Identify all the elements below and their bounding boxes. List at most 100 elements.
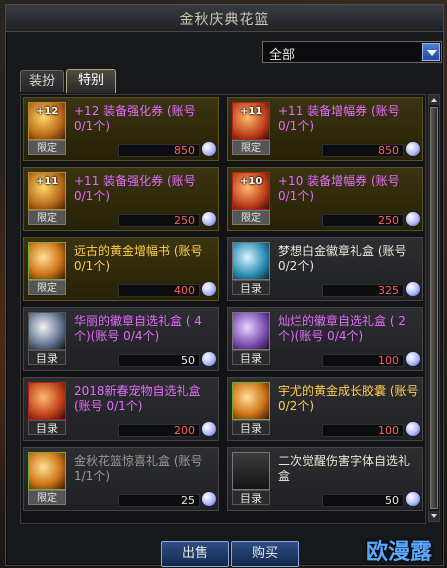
growth-capsule-icon xyxy=(232,382,270,420)
item-card[interactable]: +12 限定 +12 装备强化券 (账号 0/1个) 850 xyxy=(23,97,219,161)
price-bar: 400 xyxy=(118,284,200,297)
item-price: 850 xyxy=(174,144,195,157)
coin-icon xyxy=(202,422,216,436)
chevron-down-icon[interactable] xyxy=(422,43,440,61)
coin-icon xyxy=(202,492,216,506)
limited-tag: 限定 xyxy=(232,140,270,155)
catalog-tag: 目录 xyxy=(28,420,66,435)
item-name: +11 装备增幅券 (账号 0/1个) xyxy=(278,104,400,133)
category-dropdown[interactable]: 全部 xyxy=(262,41,442,63)
price-bar: 850 xyxy=(118,144,200,157)
item-name: 华丽的徽章自选礼盒 ( 4个)(账号 0/4个) xyxy=(74,314,202,343)
pet-box-icon xyxy=(28,382,66,420)
coin-icon xyxy=(202,142,216,156)
font-box-icon xyxy=(232,452,270,490)
item-name: 宇尤的黄金成长胶囊 (账号 0/2个) xyxy=(278,384,419,413)
price-bar: 25 xyxy=(118,494,200,507)
item-price: 200 xyxy=(174,424,195,437)
catalog-tag: 目录 xyxy=(28,350,66,365)
item-badge: +11 xyxy=(240,106,263,117)
limited-tag: 限定 xyxy=(28,490,66,505)
item-price: 100 xyxy=(378,424,399,437)
item-card[interactable]: +11 限定 +11 装备强化券 (账号 0/1个) 250 xyxy=(23,167,219,231)
item-card[interactable]: +10 限定 +10 装备增幅券 (账号 0/1个) 250 xyxy=(227,167,423,231)
coin-icon xyxy=(406,142,420,156)
price-bar: 250 xyxy=(322,214,404,227)
coin-icon xyxy=(406,492,420,506)
item-price: 50 xyxy=(385,494,399,507)
amplify-ticket-icon: +11 xyxy=(232,102,270,140)
item-name: 金秋花篮惊喜礼盒 (账号 1/1个) xyxy=(74,454,203,483)
item-card[interactable]: 目录 宇尤的黄金成长胶囊 (账号 0/2个) 100 xyxy=(227,377,423,441)
item-card[interactable]: 限定 远古的黄金增幅书 (账号 0/1个) 400 xyxy=(23,237,219,301)
item-list: +12 限定 +12 装备强化券 (账号 0/1个) 850 +11 限定 +1… xyxy=(20,94,426,524)
catalog-tag: 目录 xyxy=(232,280,270,295)
watermark-logo: 欧漫露 xyxy=(366,540,433,565)
item-name: 梦想白金徽章礼盒 (账号 0/2个) xyxy=(278,244,407,273)
enhance-ticket-icon: +12 xyxy=(28,102,66,140)
enhance-ticket-icon: +11 xyxy=(28,172,66,210)
coin-icon xyxy=(406,212,420,226)
limited-tag: 限定 xyxy=(28,210,66,225)
platinum-emblem-box-icon xyxy=(232,242,270,280)
amplify-ticket-icon: +10 xyxy=(232,172,270,210)
coin-icon xyxy=(406,422,420,436)
shop-window: 金秋庆典花篮 全部 装扮 特别 +12 限定 +12 装备强化券 (账号 0/1… xyxy=(5,4,444,567)
price-bar: 250 xyxy=(118,214,200,227)
category-dropdown-value: 全部 xyxy=(269,48,296,63)
coin-icon xyxy=(202,212,216,226)
scroll-thumb[interactable] xyxy=(430,107,438,509)
item-card[interactable]: 目录 梦想白金徽章礼盒 (账号 0/2个) 325 xyxy=(227,237,423,301)
item-name: 二次觉醒伤害字体自选礼盒 xyxy=(278,454,411,483)
item-price: 850 xyxy=(378,144,399,157)
coin-icon xyxy=(202,282,216,296)
item-price: 250 xyxy=(378,214,399,227)
sell-button[interactable]: 出售 xyxy=(161,541,229,567)
price-bar: 850 xyxy=(322,144,404,157)
item-price: 25 xyxy=(181,494,195,507)
item-badge: +12 xyxy=(36,106,59,117)
limited-tag: 限定 xyxy=(28,280,66,295)
price-bar: 50 xyxy=(118,354,200,367)
emblem-box-icon xyxy=(28,312,66,350)
gold-book-icon xyxy=(28,242,66,280)
item-card[interactable]: +11 限定 +11 装备增幅券 (账号 0/1个) 850 xyxy=(227,97,423,161)
limited-tag: 限定 xyxy=(232,210,270,225)
price-bar: 200 xyxy=(118,424,200,437)
window-title: 金秋庆典花篮 xyxy=(179,12,270,28)
item-name: +11 装备强化券 (账号 0/1个) xyxy=(74,174,196,203)
item-card[interactable]: 目录 华丽的徽章自选礼盒 ( 4个)(账号 0/4个) 50 xyxy=(23,307,219,371)
coin-icon xyxy=(406,352,420,366)
item-price: 325 xyxy=(378,284,399,297)
price-bar: 325 xyxy=(322,284,404,297)
item-card[interactable]: 目录 灿烂的徽章自选礼盒 ( 2个)(账号 0/4个) 100 xyxy=(227,307,423,371)
item-card[interactable]: 目录 2018新春宠物自选礼盒 (账号 0/1个) 200 xyxy=(23,377,219,441)
buy-button[interactable]: 购买 xyxy=(231,541,299,567)
tab-special[interactable]: 特别 xyxy=(66,69,116,93)
item-price: 250 xyxy=(174,214,195,227)
scroll-down-icon[interactable] xyxy=(429,511,439,521)
item-name: 远古的黄金增幅书 (账号 0/1个) xyxy=(74,244,203,273)
catalog-tag: 目录 xyxy=(232,490,270,505)
item-card[interactable]: 目录 二次觉醒伤害字体自选礼盒 50 xyxy=(227,447,423,511)
catalog-tag: 目录 xyxy=(232,350,270,365)
coin-icon xyxy=(406,282,420,296)
item-name: 2018新春宠物自选礼盒 (账号 0/1个) xyxy=(74,384,201,413)
tab-costume[interactable]: 装扮 xyxy=(20,70,64,92)
title-bar[interactable]: 金秋庆典花篮 xyxy=(6,5,443,32)
item-name: +10 装备增幅券 (账号 0/1个) xyxy=(278,174,400,203)
item-badge: +11 xyxy=(36,176,59,187)
item-list-scrollbar[interactable] xyxy=(428,94,440,522)
item-price: 50 xyxy=(181,354,195,367)
item-card[interactable]: 限定 金秋花篮惊喜礼盒 (账号 1/1个) 25 xyxy=(23,447,219,511)
limited-tag: 限定 xyxy=(28,140,66,155)
price-bar: 100 xyxy=(322,354,404,367)
coin-icon xyxy=(202,352,216,366)
scroll-up-icon[interactable] xyxy=(429,95,439,105)
emblem-box-icon xyxy=(232,312,270,350)
item-price: 100 xyxy=(378,354,399,367)
surprise-box-icon xyxy=(28,452,66,490)
item-name: +12 装备强化券 (账号 0/1个) xyxy=(74,104,196,133)
item-price: 400 xyxy=(174,284,195,297)
catalog-tag: 目录 xyxy=(232,420,270,435)
